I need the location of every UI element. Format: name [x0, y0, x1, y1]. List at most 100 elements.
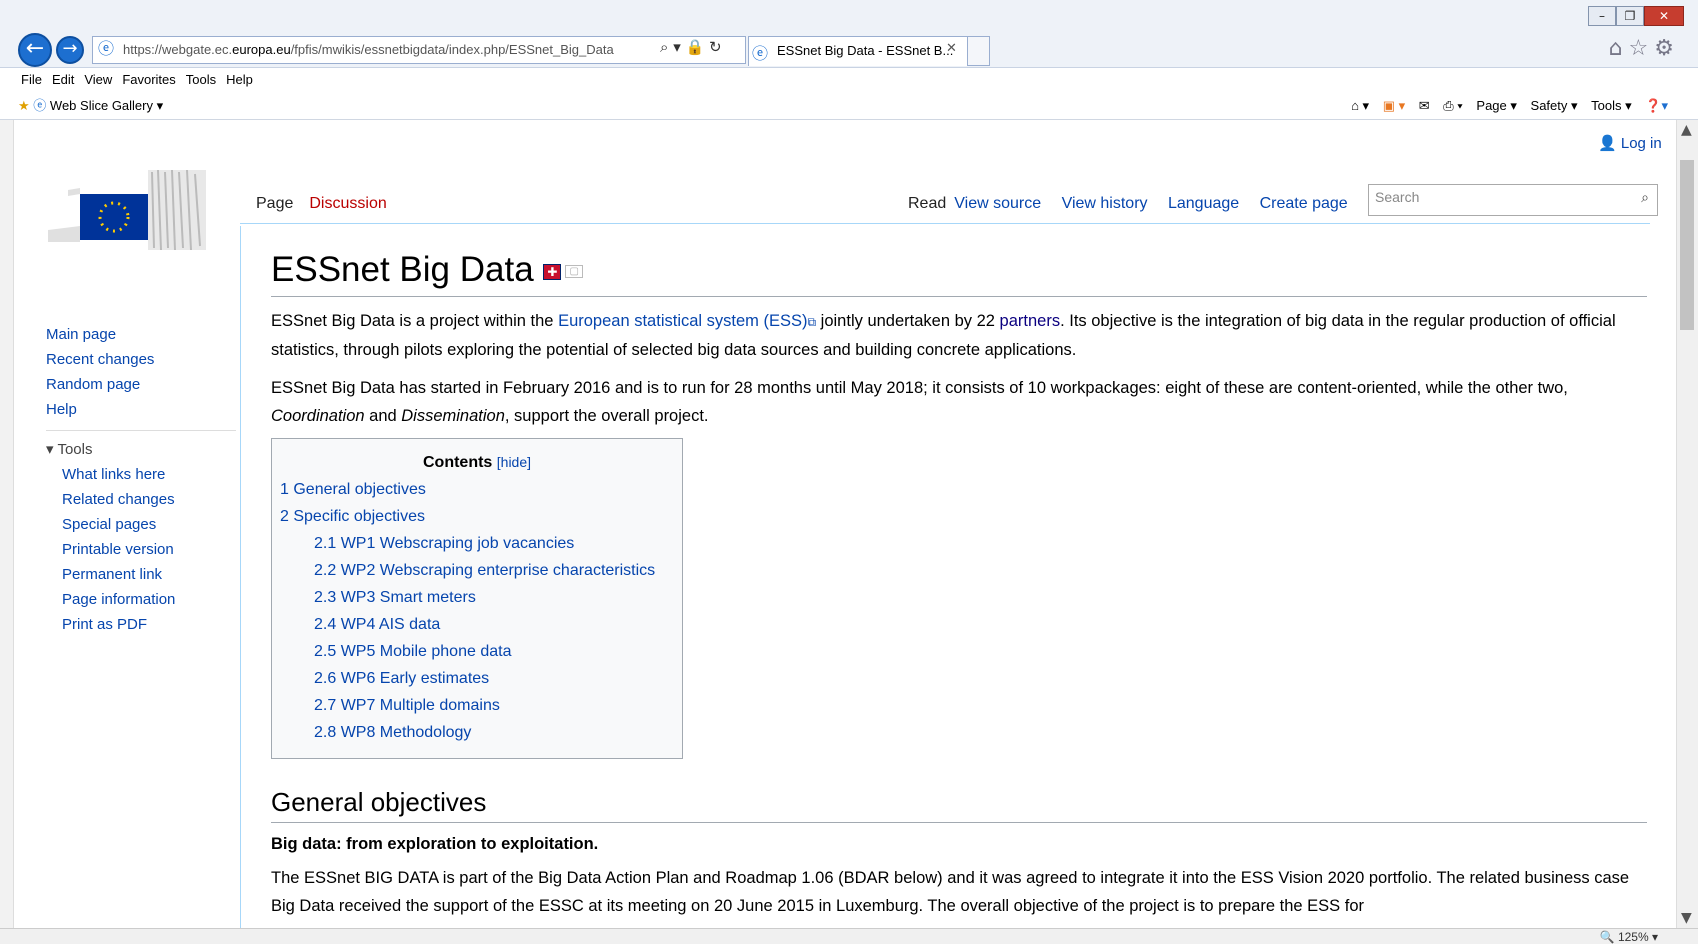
- sidebar-divider: [46, 430, 236, 431]
- menu-help[interactable]: Help: [221, 68, 258, 92]
- para1-text: ESSnet Big Data is a project within the: [271, 312, 559, 330]
- tool-special-pages[interactable]: Special pages: [62, 512, 236, 537]
- tab-page[interactable]: Page: [248, 195, 302, 213]
- tab-read[interactable]: Read: [900, 195, 955, 213]
- partners-link[interactable]: partners: [1000, 312, 1061, 330]
- tool-print-as-pdf[interactable]: Print as PDF: [62, 612, 236, 637]
- scroll-thumb[interactable]: [1680, 160, 1694, 330]
- toc-item[interactable]: 2 Specific objectives: [280, 503, 674, 530]
- restore-button[interactable]: ❐: [1616, 6, 1644, 26]
- forward-button[interactable]: →: [56, 36, 84, 64]
- tool-what-links-here[interactable]: What links here: [62, 462, 236, 487]
- browser-tab[interactable]: ESSnet Big Data - ESSnet B...: [748, 36, 968, 66]
- toc-item[interactable]: 2.2 WP2 Webscraping enterprise character…: [280, 557, 674, 584]
- gear-icon[interactable]: ⚙: [1654, 36, 1680, 61]
- toc-heading: Contents: [422, 454, 493, 471]
- menu-favorites[interactable]: Favorites: [117, 68, 180, 92]
- page-menu[interactable]: Page ▾: [1476, 98, 1517, 113]
- uk-flag-icon[interactable]: ✚: [543, 263, 562, 280]
- toc-item[interactable]: 1 General objectives: [280, 476, 674, 503]
- address-bar[interactable]: https://webgate.ec.europa.eu/fpfis/mwiki…: [92, 36, 746, 64]
- search-placeholder: Search: [1375, 189, 1420, 205]
- ie-page-icon: ⓔ: [97, 41, 114, 58]
- nav-recent-changes[interactable]: Recent changes: [46, 347, 236, 372]
- minimize-button[interactable]: –: [1588, 6, 1616, 26]
- menu-view[interactable]: View: [79, 68, 117, 92]
- toc-item[interactable]: 2.5 WP5 Mobile phone data: [280, 638, 674, 665]
- address-actions: ⌕ ▾ 🔒 ↻: [660, 38, 722, 56]
- toc-item[interactable]: 2.8 WP8 Methodology: [280, 719, 674, 746]
- zoom-level[interactable]: 🔍 125% ▾: [1600, 930, 1658, 944]
- tool-page-information[interactable]: Page information: [62, 587, 236, 612]
- toc-item[interactable]: 2.6 WP6 Early estimates: [280, 665, 674, 692]
- menu-tools[interactable]: Tools: [181, 68, 221, 92]
- main-content: ESSnet Big Data ✚ ▢ ESSnet Big Data is a …: [240, 226, 1676, 928]
- page-title-text: ESSnet Big Data: [271, 250, 534, 289]
- home-icon[interactable]: ⌂: [1609, 36, 1629, 61]
- second-paragraph: ESSnet Big Data has started in February …: [271, 374, 1651, 430]
- toc-hide-link[interactable]: [hide]: [497, 454, 531, 470]
- url-prefix: https://webgate.ec.: [123, 42, 233, 57]
- tools-heading[interactable]: ▾ Tools: [46, 437, 236, 462]
- login-link[interactable]: 👤 Log in: [1598, 134, 1662, 152]
- close-window-button[interactable]: ✕: [1644, 6, 1684, 26]
- tab-discussion[interactable]: Discussion: [301, 195, 394, 212]
- toc-item[interactable]: 2.3 WP3 Smart meters: [280, 584, 674, 611]
- tools-menu[interactable]: Tools ▾: [1591, 98, 1632, 113]
- tool-related-changes[interactable]: Related changes: [62, 487, 236, 512]
- back-button[interactable]: ←: [18, 33, 52, 67]
- menu-edit[interactable]: Edit: [47, 68, 79, 92]
- ec-logo[interactable]: [48, 169, 206, 251]
- left-edge: [0, 120, 14, 930]
- dropdown-icon[interactable]: ▾: [673, 38, 681, 56]
- print-icon[interactable]: ⎙ ▾: [1443, 98, 1462, 113]
- nav-main-page[interactable]: Main page: [46, 322, 236, 347]
- scroll-up-icon[interactable]: ▲: [1681, 122, 1692, 138]
- tab-create-page[interactable]: Create page: [1260, 195, 1348, 212]
- web-slice-icon: ⓔ: [33, 98, 47, 113]
- toc-list: 1 General objectives 2 Specific objective…: [280, 476, 674, 746]
- nav-random-page[interactable]: Random page: [46, 372, 236, 397]
- new-tab-button[interactable]: [968, 36, 990, 66]
- tab-view-history[interactable]: View history: [1062, 195, 1148, 212]
- feeds-icon[interactable]: ▣ ▾: [1383, 98, 1405, 113]
- tab-ie-icon: ⓔ: [752, 46, 769, 63]
- tab-view-source[interactable]: View source: [954, 195, 1041, 212]
- scroll-down-icon[interactable]: ▼: [1681, 910, 1692, 926]
- refresh-icon[interactable]: ↻: [709, 38, 722, 56]
- tool-permanent-link[interactable]: Permanent link: [62, 562, 236, 587]
- user-icon: 👤: [1598, 135, 1617, 152]
- star-icon[interactable]: ☆: [1629, 36, 1655, 61]
- favorites-star-icon[interactable]: ★: [18, 98, 30, 113]
- search-icon[interactable]: ⌕: [660, 38, 668, 56]
- toc-item[interactable]: 2.7 WP7 Multiple domains: [280, 692, 674, 719]
- home-cmd-icon[interactable]: ⌂ ▾: [1351, 98, 1369, 113]
- mail-icon[interactable]: ✉: [1419, 98, 1430, 113]
- search-input[interactable]: Search ⌕: [1368, 184, 1658, 216]
- safety-menu[interactable]: Safety ▾: [1531, 98, 1578, 113]
- fr-flag-icon[interactable]: ▢: [565, 265, 583, 279]
- table-of-contents: Contents [hide] 1 General objectives 2 Sp…: [271, 438, 683, 759]
- web-slice-gallery[interactable]: Web Slice Gallery ▾: [50, 98, 163, 113]
- search-icon[interactable]: ⌕: [1641, 190, 1649, 206]
- tab-close-icon[interactable]: ✕: [946, 40, 957, 56]
- nav-help[interactable]: Help: [46, 397, 236, 422]
- section-heading-general: General objectives: [271, 787, 1647, 823]
- favorites-bar: ★ ⓔ Web Slice Gallery ▾: [18, 96, 163, 116]
- third-paragraph: The ESSnet BIG DATA is part of the Big D…: [271, 869, 1630, 915]
- tab-language[interactable]: Language: [1168, 195, 1239, 212]
- sidebar: Main page Recent changes Random page Hel…: [46, 322, 236, 637]
- ess-link[interactable]: European statistical system (ESS): [558, 312, 807, 330]
- toc-item[interactable]: 2.1 WP1 Webscraping job vacancies: [280, 530, 674, 557]
- menu-file[interactable]: File: [16, 68, 47, 92]
- help-icon[interactable]: ❓▾: [1645, 98, 1668, 113]
- tool-printable-version[interactable]: Printable version: [62, 537, 236, 562]
- url-path: /fpfis/mwikis/essnetbigdata/index.php/ES…: [290, 42, 614, 57]
- para2-text-c: , support the overall project.: [504, 407, 709, 425]
- toc-item[interactable]: 2.4 WP4 AIS data: [280, 611, 674, 638]
- lock-icon[interactable]: 🔒: [686, 38, 705, 56]
- coordination-text: Coordination: [271, 407, 365, 425]
- url-domain: europa.eu: [232, 42, 291, 57]
- status-bar: 🔍 125% ▾: [0, 928, 1698, 944]
- vertical-scrollbar[interactable]: ▲ ▼: [1676, 120, 1698, 930]
